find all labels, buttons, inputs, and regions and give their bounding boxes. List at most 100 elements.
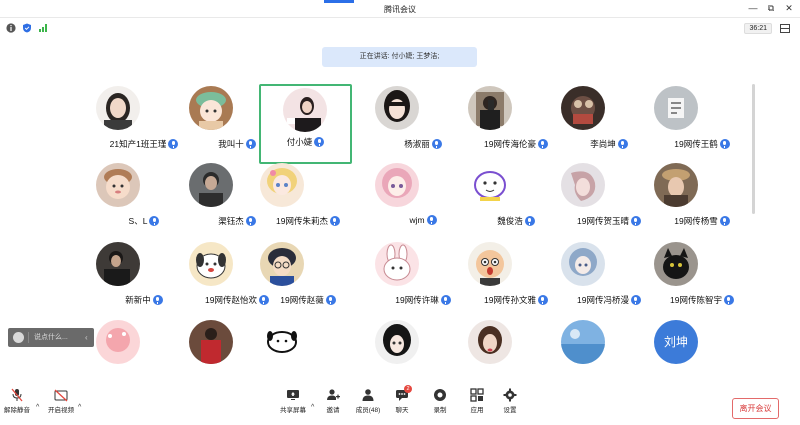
participant-name: 杨淑丽 (404, 139, 430, 149)
participant-tile[interactable]: 19网传杨雪 (652, 163, 752, 245)
chevron-up-icon[interactable]: ^ (78, 404, 81, 411)
settings-button[interactable]: 设置 (501, 388, 519, 414)
participant-name: S、L (128, 216, 148, 226)
info-icon[interactable] (6, 23, 16, 33)
participant-name: 魏俊浩 (497, 216, 523, 226)
participant-tile[interactable]: 魏俊浩 (466, 163, 566, 245)
chat-button[interactable]: 2 聊天 (392, 385, 412, 414)
shield-icon[interactable] (22, 23, 32, 33)
football-player-red-icon (189, 320, 233, 364)
chevron-up-icon[interactable]: ^ (36, 404, 39, 411)
avatar (375, 86, 419, 130)
chevron-left-icon[interactable]: ‹ (85, 328, 88, 347)
title-accent (324, 0, 354, 3)
participant-tile[interactable]: 19网传赵薇 (258, 242, 358, 324)
apps-button[interactable]: 应用 (468, 388, 486, 414)
photo-blue-sky-icon (561, 320, 605, 364)
participant-name: 李尚坤 (590, 139, 616, 149)
unmute-label: 解除静音 (4, 407, 30, 414)
chevron-up-icon[interactable]: ^ (311, 404, 314, 411)
avatar (468, 242, 512, 286)
participant-name: 19网传朱莉杰 (276, 216, 328, 226)
anime-pink-girl-icon (375, 163, 419, 207)
participant-tile[interactable]: 19网传冯桥漫 (559, 242, 659, 324)
mic-icon (245, 139, 256, 149)
participant-name: 19网传赵薇 (280, 295, 324, 305)
participant-tile[interactable]: 19网传王鹤 (652, 86, 752, 168)
participant-tile[interactable]: 19网传朱莉杰 (258, 163, 358, 245)
pink-cartoon-icon (96, 320, 140, 364)
mic-icon (617, 139, 628, 149)
mic-icon (723, 295, 734, 305)
avatar (96, 86, 140, 130)
participant-name: 19网传杨雪 (674, 216, 718, 226)
camera-off-icon (54, 389, 68, 402)
doodle-dog-icon (260, 320, 304, 364)
chat-icon-wrap: 2 (395, 385, 412, 402)
mic-icon (329, 216, 340, 226)
members-button[interactable]: 成员(48) (354, 388, 382, 414)
leave-meeting-button[interactable]: 离开会议 (732, 398, 779, 419)
avatar (189, 86, 233, 130)
signal-icon[interactable] (38, 23, 48, 33)
portrait-girl-bangs-icon (375, 86, 419, 130)
unmute-button[interactable]: 解除静音 (4, 388, 30, 414)
participant-name: 19网传许琳 (395, 295, 439, 305)
minimize-button[interactable]: — (747, 3, 759, 13)
mic-icon (152, 295, 163, 305)
apps-icon (470, 388, 484, 402)
avatar (468, 320, 512, 364)
emoji-icon[interactable] (13, 332, 24, 343)
participant-tile[interactable]: 杨淑丽 (373, 86, 473, 168)
photo-girl-hat-icon (654, 163, 698, 207)
participant-name: 19网传陈智宇 (670, 295, 722, 305)
speaking-banner: 正在讲话: 付小婕; 王梦洁; (322, 47, 477, 67)
participant-tile[interactable]: 19网传孙文雅 (466, 242, 566, 324)
participant-tile[interactable]: 李尚坤 (559, 86, 659, 168)
participant-tile[interactable]: 新新中 (94, 242, 194, 324)
avatar (260, 320, 304, 364)
restore-button[interactable]: ⧉ (765, 3, 777, 14)
participant-tile[interactable]: S、L (94, 163, 194, 245)
scrollbar[interactable] (752, 84, 755, 214)
avatar (561, 242, 605, 286)
photo-gray-sign-icon (654, 86, 698, 130)
chat-badge: 2 (404, 385, 412, 393)
chat-divider (28, 332, 29, 343)
participant-tile[interactable]: 19网传贺玉晴 (559, 163, 659, 245)
participant-name: 19网传海伦豪 (484, 139, 536, 149)
window-title: 腾讯会议 (384, 5, 416, 14)
participant-tile[interactable]: 21知产1班王瑾 (94, 86, 194, 168)
avatar (260, 242, 304, 286)
illustration-side-face-icon (561, 163, 605, 207)
participant-name-row: 付小婕 (261, 136, 350, 148)
participant-tile[interactable]: wjm (373, 163, 473, 245)
participant-name-row: 19网传陈智宇 (629, 294, 775, 306)
mic-icon (431, 139, 442, 149)
avatar (375, 242, 419, 286)
avatar (260, 163, 304, 207)
participant-tile[interactable]: 19网传陈智宇 (652, 242, 752, 324)
record-icon (434, 389, 446, 401)
share-screen-button[interactable]: 共享屏幕 (279, 388, 307, 414)
chat-input[interactable]: 说点什么... ‹ (8, 328, 94, 347)
anime-boy-glasses-icon (260, 242, 304, 286)
layout-icon[interactable] (780, 24, 790, 33)
record-button[interactable]: 录制 (431, 388, 449, 414)
participant-tile[interactable]: 19网传海伦豪 (466, 86, 566, 168)
mic-icon (149, 216, 160, 226)
start-video-button[interactable]: 开启视频 (46, 388, 76, 414)
portrait-baby-icon (96, 163, 140, 207)
cartoon-dog-icon (189, 242, 233, 286)
avatar (375, 320, 419, 364)
participant-tile[interactable]: 付小婕 (259, 84, 352, 164)
participant-name: 19网传王鹤 (674, 139, 718, 149)
bottom-toolbar: 解除静音 ^ 开启视频 ^ 共享屏幕 ^ 邀请 成员(48) 2 聊天 录制 应… (0, 385, 800, 425)
chat-label: 聊天 (395, 407, 409, 414)
cartoon-surprised-icon (468, 242, 512, 286)
participant-name: 19网传冯桥漫 (577, 295, 629, 305)
anime-blue-girl-icon (561, 242, 605, 286)
participant-tile[interactable]: 19网传许琳 (373, 242, 473, 324)
invite-button[interactable]: 邀请 (322, 388, 344, 414)
close-button[interactable]: ✕ (783, 3, 795, 14)
